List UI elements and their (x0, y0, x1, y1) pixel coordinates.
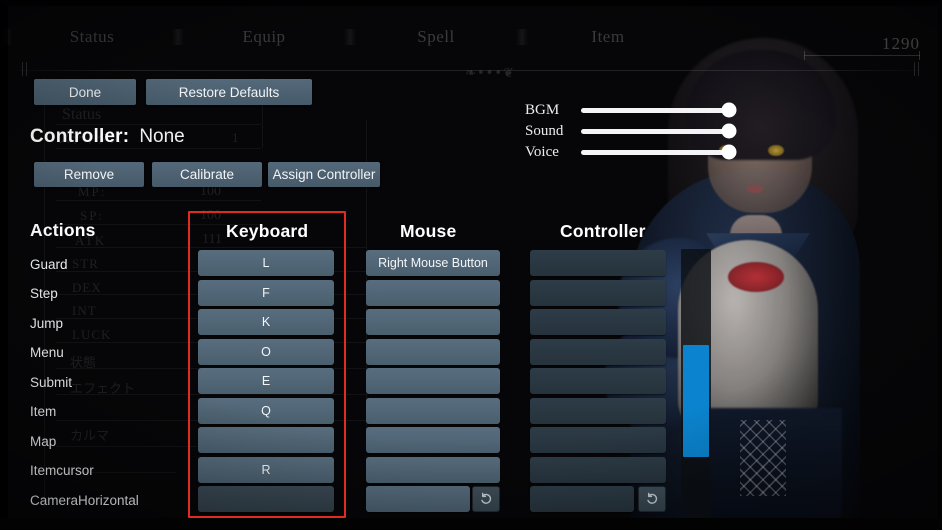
game-settings-screen: Status スティタス LV: 1 MP: 100 SP: 100 ATK 1… (0, 0, 942, 530)
calibrate-controller-button[interactable]: Calibrate (152, 162, 262, 187)
bg-lv-value: 1 (232, 130, 239, 145)
sound-slider-track[interactable] (581, 123, 737, 139)
keyboard-bind-jump[interactable]: K (198, 309, 334, 335)
keyboard-bind-submit[interactable]: E (198, 368, 334, 394)
bgm-slider-track[interactable] (581, 102, 737, 118)
bg-status-title: Status (62, 106, 102, 123)
action-label-jump: Jump (30, 316, 64, 331)
controller-bind-item[interactable] (530, 398, 666, 424)
tab-item[interactable]: Item (528, 27, 688, 47)
rule-tick (22, 62, 23, 76)
sound-slider-row: Sound (525, 121, 745, 141)
keyboard-bind-map[interactable] (198, 427, 334, 453)
nav-separator (344, 29, 356, 45)
bg-karma-label: カルマ (70, 428, 110, 443)
bg-state-label: 状態 (70, 355, 97, 370)
action-label-itemcursor: Itemcursor (30, 463, 94, 478)
restore-defaults-button[interactable]: Restore Defaults (146, 79, 312, 105)
sound-slider-knob[interactable] (721, 123, 737, 139)
mouse-bind-camerahorizontal[interactable] (366, 486, 470, 512)
controller-bind-step[interactable] (530, 280, 666, 306)
bottom-letterbox-bar (0, 518, 942, 530)
controller-bind-menu[interactable] (530, 339, 666, 365)
bg-effect-label: エフェクト (70, 381, 136, 396)
keyboard-bind-item[interactable]: Q (198, 398, 334, 424)
mouse-bind-step[interactable] (366, 280, 500, 306)
mouse-bind-menu[interactable] (366, 339, 500, 365)
keyboard-bind-menu[interactable]: O (198, 339, 334, 365)
bgm-slider-knob[interactable] (721, 102, 737, 118)
corner-number: 1290 (882, 34, 920, 53)
action-label-map: Map (30, 434, 57, 449)
column-header-actions: Actions (30, 220, 96, 240)
voice-slider-row: Voice (525, 142, 745, 162)
nav-separator (172, 29, 184, 45)
controller-bind-submit[interactable] (530, 368, 666, 394)
done-button[interactable]: Done (34, 79, 136, 105)
action-label-step: Step (30, 286, 58, 301)
remove-controller-button[interactable]: Remove (34, 162, 144, 187)
bg-dex-label: DEX (72, 280, 102, 295)
controller-bind-itemcursor[interactable] (530, 457, 666, 483)
vertical-scrollbar-thumb[interactable] (683, 345, 709, 457)
voice-slider-track[interactable] (581, 144, 737, 160)
bg-sp-value: 100 (200, 208, 221, 223)
controller-bind-jump[interactable] (530, 309, 666, 335)
mouse-bind-map[interactable] (366, 427, 500, 453)
mouse-bind-itemcursor[interactable] (366, 457, 500, 483)
ornament-flourish: ❧•••❦ (465, 66, 515, 81)
mouse-bind-item[interactable] (366, 398, 500, 424)
tab-status[interactable]: Status (12, 27, 172, 47)
tab-spell[interactable]: Spell (356, 27, 516, 47)
column-header-keyboard: Keyboard (226, 221, 309, 241)
nav-separator (0, 29, 12, 45)
column-header-mouse: Mouse (400, 221, 457, 241)
assign-controller-button[interactable]: Assign Controller (268, 162, 380, 187)
keyboard-bind-itemcursor[interactable]: R (198, 457, 334, 483)
controller-bind-map[interactable] (530, 427, 666, 453)
rule-tick (914, 62, 915, 76)
bg-luck-label: LUCK (72, 327, 112, 342)
column-header-controller: Controller (560, 221, 646, 241)
bg-int-label: INT (72, 303, 97, 318)
keyboard-bind-camerahorizontal[interactable] (198, 486, 334, 512)
rule-tick (26, 62, 27, 76)
tab-equip[interactable]: Equip (184, 27, 344, 47)
voice-slider-knob[interactable] (721, 144, 737, 160)
bg-str-label: STR (72, 256, 99, 271)
controller-value: None (139, 126, 185, 147)
reset-icon (481, 492, 492, 504)
top-navigation: Status Equip Spell Item (0, 22, 700, 52)
rule-tick (918, 62, 919, 76)
keyboard-bind-step[interactable]: F (198, 280, 334, 306)
action-label-item: Item (30, 404, 57, 419)
mouse-bind-submit[interactable] (366, 368, 500, 394)
action-label-submit: Submit (30, 375, 73, 390)
controller-bind-guard[interactable] (530, 250, 666, 276)
controller-row: Controller: None (30, 126, 185, 148)
sound-label: Sound (525, 122, 564, 139)
controller-bind-camerahorizontal[interactable] (530, 486, 634, 512)
mouse-bind-jump[interactable] (366, 309, 500, 335)
bgm-slider-row: BGM (525, 100, 745, 120)
action-label-menu: Menu (30, 345, 64, 360)
keyboard-bind-guard[interactable]: L (198, 250, 334, 276)
audio-settings-panel: BGM Sound Voice (525, 100, 745, 163)
corner-rule (804, 51, 920, 60)
controller-label: Controller: (30, 126, 130, 147)
mouse-reset-icon-button[interactable] (472, 486, 500, 512)
bg-atk-value: 111 (202, 232, 222, 247)
controller-reset-icon-button[interactable] (638, 486, 666, 512)
action-label-guard: Guard (30, 257, 68, 272)
voice-label: Voice (525, 143, 559, 160)
reset-icon (647, 492, 658, 504)
bgm-label: BGM (525, 101, 560, 118)
action-label-camerahorizontal: CameraHorizontal (30, 493, 139, 508)
mouse-bind-guard[interactable]: Right Mouse Button (366, 250, 500, 276)
nav-separator (516, 29, 528, 45)
